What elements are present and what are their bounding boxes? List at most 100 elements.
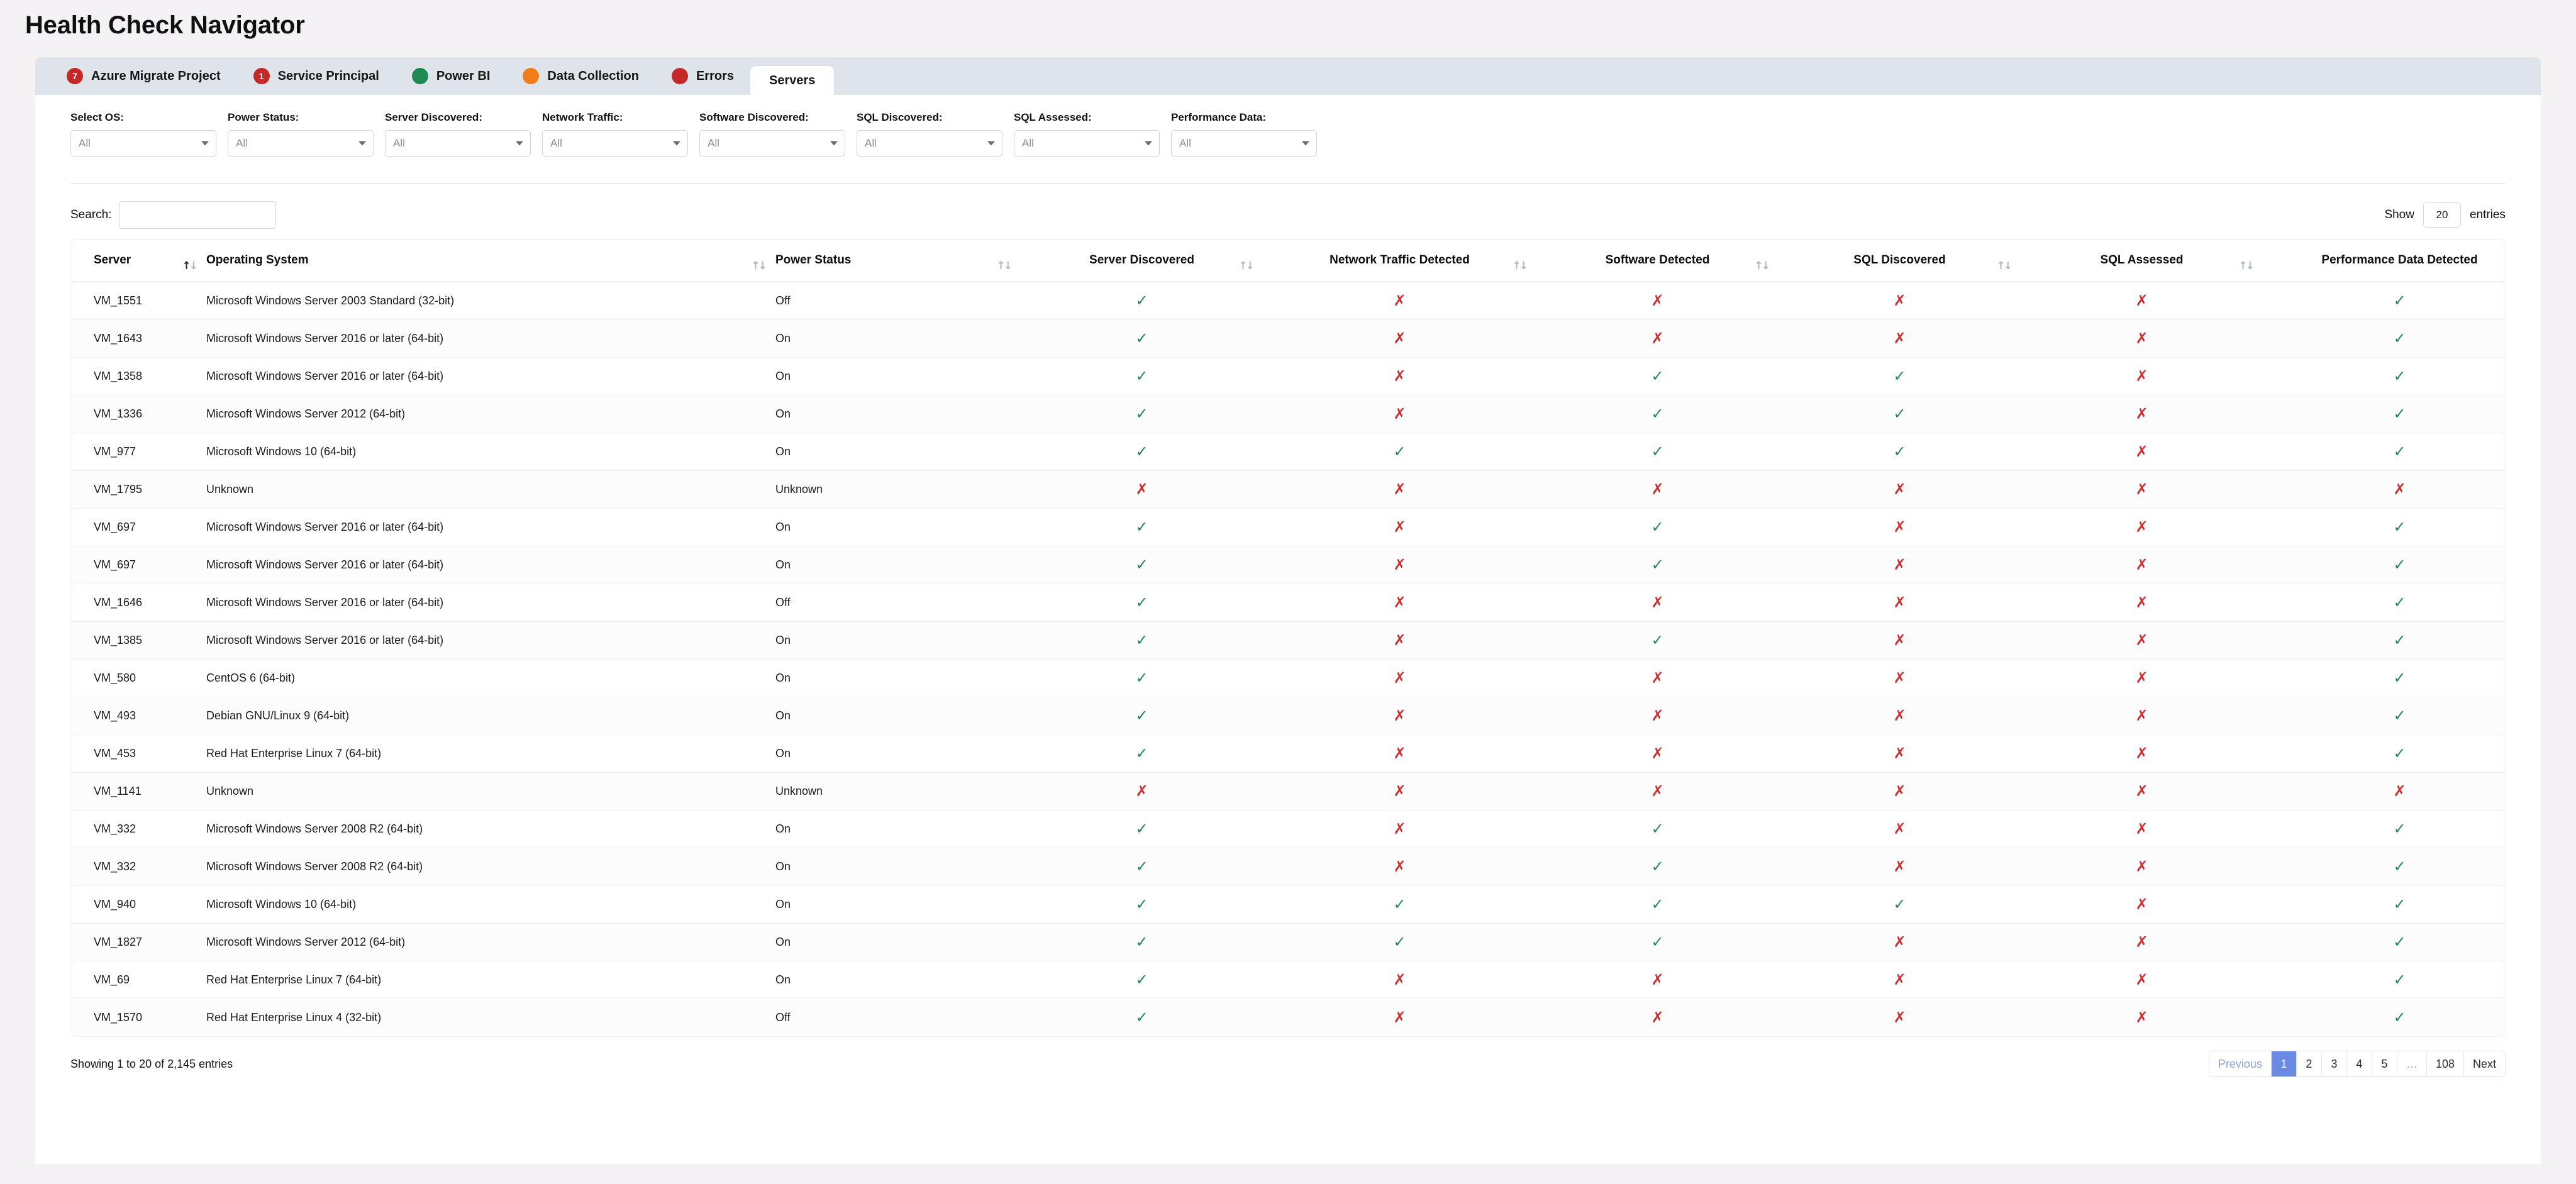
cell-sql-assessed: ✗ (2021, 848, 2263, 886)
table-row[interactable]: VM_1827 Microsoft Windows Server 2012 (64… (71, 923, 2505, 961)
tab-data-collection[interactable]: Data Collection (506, 57, 655, 95)
table-body: VM_1551 Microsoft Windows Server 2003 Sta… (71, 282, 2505, 1037)
cell-power-status: On (775, 433, 1021, 471)
check-icon: ✓ (2393, 669, 2406, 687)
check-icon: ✓ (1651, 556, 1664, 573)
app-root: Health Check Navigator 7 Azure Migrate Pr… (0, 0, 2576, 1184)
table-row[interactable]: VM_493 Debian GNU/Linux 9 (64-bit) On ✓ ✗ ✗ ✗ ✗… (71, 697, 2505, 735)
cell-operating-system: Microsoft Windows Server 2016 or later (… (206, 546, 775, 584)
cell-sql-assessed: ✗ (2021, 923, 2263, 961)
cross-icon: ✗ (2135, 933, 2148, 951)
cell-server-discovered: ✓ (1021, 999, 1263, 1037)
table-row[interactable]: VM_1385 Microsoft Windows Server 2016 or … (71, 621, 2505, 660)
tab-azure-migrate-project[interactable]: 7 Azure Migrate Project (50, 57, 237, 95)
cell-sql-discovered: ✗ (1779, 659, 2021, 697)
filter-select[interactable]: All (699, 130, 845, 157)
cross-icon: ✗ (1893, 971, 1906, 988)
cell-operating-system: Microsoft Windows Server 2008 R2 (64-bit… (206, 810, 775, 848)
table-row[interactable]: VM_697 Microsoft Windows Server 2016 or l… (71, 546, 2505, 584)
check-icon: ✓ (1135, 594, 1148, 611)
sort-arrows-icon[interactable]: ↑↓ (1997, 260, 2013, 272)
sort-arrows-icon[interactable]: ↑↓ (2239, 260, 2255, 272)
column-header-sql-assessed[interactable]: SQL Assessed ↑↓ (2021, 240, 2263, 282)
cell-server-discovered: ✓ (1021, 508, 1263, 546)
table-row[interactable]: VM_69 Red Hat Enterprise Linux 7 (64-bit)… (71, 961, 2505, 999)
cell-sql-assessed: ✗ (2021, 584, 2263, 622)
filter-select[interactable]: All (857, 130, 1002, 157)
cell-software: ✓ (1536, 885, 1779, 924)
pagination-1[interactable]: 1 (2271, 1051, 2297, 1076)
table-row[interactable]: VM_697 Microsoft Windows Server 2016 or l… (71, 508, 2505, 546)
cross-icon: ✗ (1393, 367, 1406, 385)
sort-arrows-icon[interactable]: ↑↓ (1755, 260, 1771, 272)
cell-power-status: On (775, 848, 1021, 886)
filter-select[interactable]: All (542, 130, 688, 157)
table-row[interactable]: VM_332 Microsoft Windows Server 2008 R2 (… (71, 848, 2505, 886)
tab-service-principal[interactable]: 1 Service Principal (237, 57, 396, 95)
check-icon: ✓ (1135, 405, 1148, 423)
pagination-4[interactable]: 4 (2346, 1051, 2372, 1076)
column-header-operating-system[interactable]: Operating System ↑↓ (206, 240, 775, 282)
sort-arrows-icon[interactable]: ↑↓ (752, 260, 768, 272)
filter-select[interactable]: All (228, 130, 374, 157)
sort-arrows-icon[interactable]: ↑↓ (1239, 260, 1255, 272)
table-row[interactable]: VM_1358 Microsoft Windows Server 2016 or … (71, 357, 2505, 396)
cell-software: ✓ (1536, 810, 1779, 848)
pagination-108[interactable]: 108 (2426, 1051, 2464, 1076)
filter-select[interactable]: All (1171, 130, 1317, 157)
filter-select[interactable]: All (1014, 130, 1160, 157)
sort-arrows-icon[interactable]: ↑↓ (182, 260, 199, 272)
table-row[interactable]: VM_332 Microsoft Windows Server 2008 R2 (… (71, 810, 2505, 848)
table-row[interactable]: VM_1570 Red Hat Enterprise Linux 4 (32-bi… (71, 999, 2505, 1037)
entries-select[interactable]: 20 (2423, 202, 2461, 228)
cross-icon: ✗ (1393, 405, 1406, 423)
column-header-sql-discovered[interactable]: SQL Discovered ↑↓ (1779, 240, 2021, 282)
table-row[interactable]: VM_1643 Microsoft Windows Server 2016 or … (71, 319, 2505, 358)
table-row[interactable]: VM_977 Microsoft Windows 10 (64-bit) On ✓ ✓ ✓… (71, 433, 2505, 471)
table-row[interactable]: VM_1551 Microsoft Windows Server 2003 Sta… (71, 282, 2505, 320)
table-row[interactable]: VM_940 Microsoft Windows 10 (64-bit) On ✓ ✓ ✓… (71, 885, 2505, 924)
pagination-[interactable]: … (2397, 1051, 2427, 1076)
cross-icon: ✗ (2135, 782, 2148, 800)
column-header-software-detected[interactable]: Software Detected ↑↓ (1536, 240, 1779, 282)
table-row[interactable]: VM_1336 Microsoft Windows Server 2012 (64… (71, 395, 2505, 433)
cell-network-traffic: ✗ (1263, 659, 1536, 697)
cross-icon: ✗ (1893, 631, 1906, 649)
filter-select[interactable]: All (385, 130, 531, 157)
column-header-server[interactable]: Server ↑↓ (71, 240, 206, 282)
cell-sql-discovered: ✗ (1779, 848, 2021, 886)
cell-server-discovered: ✓ (1021, 810, 1263, 848)
pagination-5[interactable]: 5 (2372, 1051, 2397, 1076)
column-header-performance-data-detected[interactable]: Performance Data Detected↑↓ (2263, 240, 2505, 282)
pagination-3[interactable]: 3 (2321, 1051, 2347, 1076)
cell-server-discovered: ✓ (1021, 848, 1263, 886)
sort-arrows-icon[interactable]: ↑↓ (1513, 260, 1529, 272)
cross-icon: ✗ (2135, 631, 2148, 649)
tab-power-bi[interactable]: Power BI (396, 57, 507, 95)
column-header-power-status[interactable]: Power Status ↑↓ (775, 240, 1021, 282)
table-row[interactable]: VM_453 Red Hat Enterprise Linux 7 (64-bit… (71, 734, 2505, 773)
cell-performance: ✓ (2263, 734, 2505, 773)
cell-performance: ✓ (2263, 885, 2505, 924)
column-header-server-discovered[interactable]: Server Discovered ↑↓ (1021, 240, 1263, 282)
filter-sql-assessed: SQL Assessed: All (1014, 111, 1160, 157)
table-row[interactable]: VM_580 CentOS 6 (64-bit) On ✓ ✗ ✗ ✗ ✗ ✓ (71, 659, 2505, 697)
sort-arrows-icon[interactable]: ↑↓ (997, 260, 1013, 272)
column-header-network-traffic-detected[interactable]: Network Traffic Detected ↑↓ (1263, 240, 1536, 282)
pagination-previous[interactable]: Previous (2209, 1051, 2272, 1076)
pagination-2[interactable]: 2 (2296, 1051, 2322, 1076)
table-row[interactable]: VM_1795 Unknown Unknown ✗ ✗ ✗ ✗ ✗ ✗ (71, 470, 2505, 509)
search-input[interactable] (119, 201, 277, 229)
table-row[interactable]: VM_1141 Unknown Unknown ✗ ✗ ✗ ✗ ✗ ✗ (71, 772, 2505, 811)
table-row[interactable]: VM_1646 Microsoft Windows Server 2016 or … (71, 584, 2505, 622)
pagination-next[interactable]: Next (2463, 1051, 2505, 1076)
cross-icon: ✗ (1893, 858, 1906, 875)
tab-servers[interactable]: Servers (750, 66, 835, 95)
cross-icon: ✗ (1651, 782, 1664, 800)
filter-select[interactable]: All (70, 130, 216, 157)
tab-errors[interactable]: Errors (655, 57, 750, 95)
cell-network-traffic: ✗ (1263, 961, 1536, 999)
cell-server: VM_1643 (71, 319, 206, 358)
filter-label: Network Traffic: (542, 111, 623, 123)
cell-sql-discovered: ✗ (1779, 697, 2021, 735)
